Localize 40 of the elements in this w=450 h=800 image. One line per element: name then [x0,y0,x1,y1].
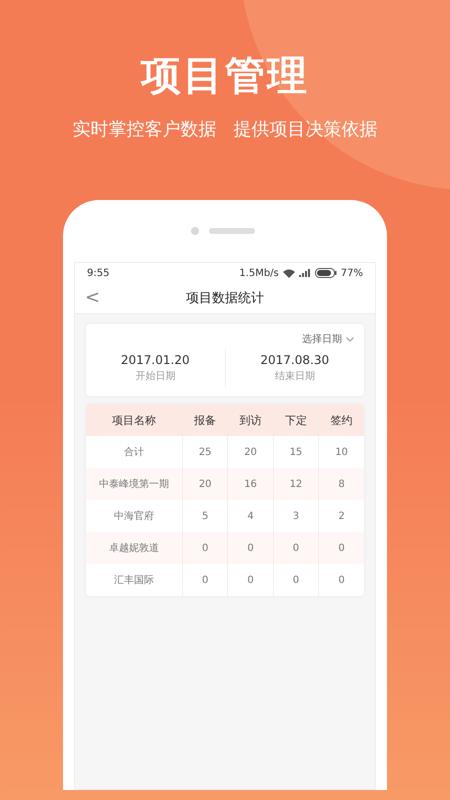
table-cell: 20 [182,468,228,500]
table-cell: 16 [228,468,274,500]
column-header: 到访 [228,404,274,436]
end-date-label: 结束日期 [274,370,315,383]
table-cell: 8 [318,468,364,500]
start-date-label: 开始日期 [135,370,176,383]
table-cell: 卓越妮敦道 [86,532,182,564]
column-header: 项目名称 [86,404,182,436]
battery-icon [314,268,337,278]
page-title: 项目数据统计 [186,290,264,307]
table-cell: 12 [273,468,319,500]
table-cell: 0 [228,532,274,564]
signal-icon [298,269,311,277]
table-cell: 0 [228,564,274,596]
banner-subtitle: 实时掌控客户数据 提供项目决策依据 [72,118,378,142]
back-button[interactable]: < [83,288,102,308]
table-cell: 0 [182,532,228,564]
table-cell: 汇丰国际 [86,564,182,596]
camera-icon [191,227,199,235]
start-date: 2017.01.20 [120,353,190,367]
wifi-icon [282,268,295,278]
battery-level: 77% [340,268,363,278]
table-cell: 0 [273,532,319,564]
end-date: 2017.08.30 [260,353,330,367]
column-header: 签约 [318,404,364,436]
date-picker[interactable]: 选择日期 [302,330,354,348]
table-cell: 0 [318,564,364,596]
table-cell: 合计 [86,436,182,468]
table-cell: 中泰峰境第一期 [86,468,182,500]
speaker-icon [209,228,255,234]
table-cell: 0 [182,564,228,596]
status-time: 9:55 [87,268,110,278]
network-speed: 1.5Mb/s [239,268,279,278]
column-header: 下定 [273,404,319,436]
table-cell: 0 [273,564,319,596]
chevron-down-icon [346,336,354,342]
column-header: 报备 [182,404,228,436]
table-cell: 0 [318,532,364,564]
table-cell: 中海官府 [86,500,182,532]
banner-title: 项目管理 [141,52,309,101]
